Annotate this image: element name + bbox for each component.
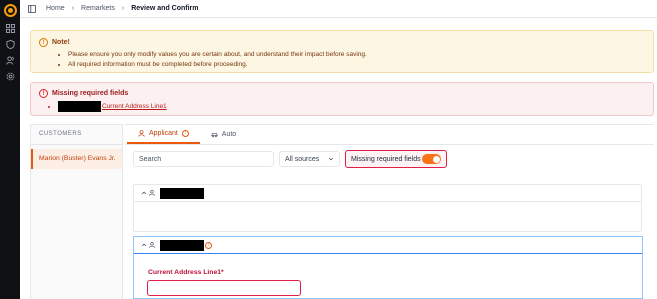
chevron-down-icon — [328, 157, 334, 161]
chevron-right-icon: › — [121, 5, 125, 12]
applicant-panel-expanded: ! Current Address Line1* — [133, 236, 643, 299]
person-icon — [149, 242, 155, 248]
redacted-name — [160, 239, 204, 251]
missing-fields-filter: Missing required fields — [345, 150, 447, 168]
users-icon[interactable] — [5, 56, 15, 65]
chevron-up-icon[interactable] — [141, 190, 147, 196]
breadcrumb: Home › Remarkets › Review and Confirm — [46, 5, 199, 12]
redacted-name — [160, 187, 204, 199]
sidebar-toggle-icon[interactable] — [28, 4, 36, 13]
current-address-line1-input[interactable] — [147, 280, 301, 296]
app-logo-icon[interactable] — [3, 4, 17, 17]
missing-field-link[interactable]: Current Address Line1 — [102, 103, 167, 110]
tab-applicant[interactable]: Applicant ! — [127, 124, 200, 144]
current-address-line1-label: Current Address Line1* — [148, 269, 224, 276]
error-title: Missing required fields — [52, 90, 129, 97]
source-select[interactable]: All sources — [279, 151, 340, 167]
person-icon — [149, 190, 155, 196]
chevron-up-icon[interactable] — [141, 242, 147, 248]
note-title: Note! — [52, 39, 70, 46]
panel-header[interactable] — [134, 185, 641, 202]
missing-fields-alert: ! Missing required fields Current Addres… — [30, 82, 654, 116]
missing-fields-toggle[interactable] — [422, 154, 441, 164]
tab-label: Applicant — [149, 129, 178, 137]
shield-icon[interactable] — [5, 40, 15, 49]
breadcrumb-home[interactable]: Home — [46, 5, 65, 12]
tab-bar: Applicant ! Auto — [125, 124, 654, 145]
alert-circle-icon: ! — [205, 241, 212, 249]
customer-item[interactable]: Marion (Buster) Evans Jr. — [31, 149, 122, 169]
note-item: Please ensure you only modify values you… — [68, 50, 653, 60]
applicant-panel-collapsed — [133, 184, 642, 232]
left-nav — [0, 0, 20, 299]
search-input[interactable] — [133, 151, 274, 167]
chevron-right-icon: › — [71, 5, 75, 12]
customers-panel: CUSTOMERS Marion (Buster) Evans Jr. — [30, 124, 123, 299]
note-item: All required information must be complet… — [68, 60, 653, 70]
note-alert: ! Note! Please ensure you only modify va… — [30, 30, 654, 73]
breadcrumb-current: Review and Confirm — [131, 5, 199, 12]
gear-icon[interactable] — [6, 72, 15, 81]
panel-header[interactable]: ! — [134, 237, 642, 254]
dashboard-icon[interactable] — [5, 24, 15, 33]
top-bar: Home › Remarkets › Review and Confirm — [20, 0, 657, 18]
person-icon — [138, 129, 145, 137]
missing-field-item: Current Address Line1 — [58, 101, 653, 112]
alert-circle-icon: ! — [181, 129, 189, 137]
warning-icon: ! — [39, 38, 48, 47]
tab-label: Auto — [221, 130, 237, 138]
redacted-name — [58, 101, 101, 112]
tab-auto[interactable]: Auto — [200, 124, 247, 144]
source-select-value: All sources — [285, 155, 320, 163]
toggle-label: Missing required fields — [351, 155, 421, 163]
error-icon: ! — [39, 89, 48, 98]
breadcrumb-remarkets[interactable]: Remarkets — [81, 5, 115, 12]
customers-header: CUSTOMERS — [31, 125, 122, 145]
car-icon — [211, 132, 218, 137]
